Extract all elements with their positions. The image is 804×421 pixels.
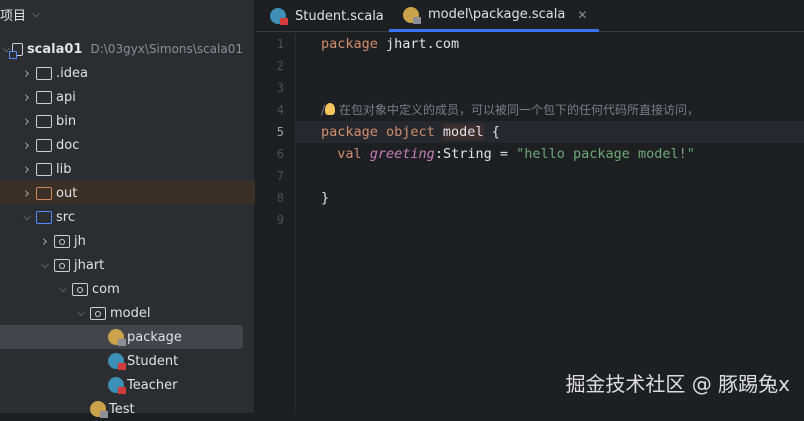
line-number: 6 bbox=[276, 147, 284, 161]
line-number: 1 bbox=[276, 37, 284, 51]
tree-item-label: Test bbox=[109, 401, 135, 417]
package-folder-icon bbox=[54, 234, 70, 248]
tab-package[interactable]: model\package.scala ✕ bbox=[389, 0, 600, 32]
chevron-down-icon[interactable]: ⌵ bbox=[20, 212, 34, 223]
tree-item-label: doc bbox=[56, 137, 80, 153]
tree-item-label: Teacher bbox=[127, 377, 178, 393]
folder-icon bbox=[36, 138, 52, 152]
folder-icon bbox=[36, 162, 52, 176]
tree-item-src[interactable]: ⌵ src bbox=[0, 205, 243, 229]
watermark: 掘金技术社区 @ 豚踢兔x bbox=[565, 372, 790, 396]
tree-item-idea[interactable]: › .idea bbox=[0, 61, 243, 85]
chevron-right-icon[interactable]: › bbox=[20, 184, 34, 202]
code-line-5[interactable]: package object model { bbox=[321, 121, 500, 143]
tree-item-out[interactable]: › out bbox=[0, 181, 255, 205]
tree-item-label: Student bbox=[127, 353, 179, 369]
line-number: 4 bbox=[276, 103, 284, 117]
folder-icon bbox=[36, 210, 52, 224]
tree-item-lib[interactable]: › lib bbox=[0, 157, 243, 181]
tree-item-com[interactable]: ⌵ com bbox=[0, 277, 243, 301]
scala-object-icon bbox=[90, 401, 108, 418]
scala-class-icon bbox=[108, 377, 126, 394]
line-number: 9 bbox=[276, 213, 284, 227]
tab-student[interactable]: Student.scala bbox=[268, 0, 384, 32]
tree-item-label: jhart bbox=[74, 257, 105, 273]
chevron-down-icon[interactable]: ⌵ bbox=[38, 260, 52, 271]
chevron-right-icon[interactable]: › bbox=[20, 112, 34, 130]
chevron-down-icon: ⌵ bbox=[32, 8, 40, 20]
module-icon bbox=[9, 42, 23, 59]
tree-item-label: model bbox=[110, 305, 151, 321]
tree-item-package[interactable]: package bbox=[0, 325, 243, 349]
code-line-4[interactable]: / 在包对象中定义的成员，可以被同一个包下的任何代码所直接访问， bbox=[321, 99, 699, 121]
scala-object-icon bbox=[403, 6, 421, 24]
folder-icon bbox=[36, 66, 52, 80]
chevron-down-icon[interactable]: ⌵ bbox=[74, 308, 88, 319]
chevron-right-icon[interactable]: › bbox=[20, 160, 34, 178]
tree-item-label: .idea bbox=[56, 65, 88, 81]
tree-item-Test[interactable]: Test bbox=[0, 397, 243, 421]
chevron-right-icon[interactable]: › bbox=[38, 232, 52, 250]
folder-icon bbox=[36, 114, 52, 128]
chevron-right-icon[interactable]: › bbox=[20, 64, 34, 82]
tree-item-label: package bbox=[127, 329, 182, 345]
folder-icon bbox=[36, 90, 52, 104]
editor-tabs: Student.scala model\package.scala ✕ bbox=[256, 0, 804, 32]
code-line-8[interactable]: } bbox=[321, 187, 329, 209]
chevron-right-icon[interactable]: › bbox=[20, 136, 34, 154]
tree-item-label: bin bbox=[56, 113, 77, 129]
tree-item-label: src bbox=[56, 209, 75, 225]
tree-item-jhart[interactable]: ⌵ jhart bbox=[0, 253, 243, 277]
line-number: 2 bbox=[276, 59, 284, 73]
code-line-1[interactable]: package jhart.com bbox=[321, 33, 459, 55]
tree-item-label: api bbox=[56, 89, 76, 105]
scala-class-icon bbox=[270, 8, 288, 25]
tree-item-model[interactable]: ⌵ model bbox=[0, 301, 243, 325]
tree-item-label: out bbox=[56, 185, 78, 201]
package-folder-icon bbox=[54, 258, 70, 272]
tree-root[interactable]: ⌵ scala01 D:\03gyx\Simons\scala01 bbox=[0, 37, 243, 61]
tree-item-label: com bbox=[92, 281, 120, 297]
tree-item-label: lib bbox=[56, 161, 72, 177]
project-sidebar: 项目 ⌵ ⌵ scala01 D:\03gyx\Simons\scala01 › .id… bbox=[0, 0, 255, 418]
line-number: 7 bbox=[276, 169, 284, 183]
line-number: 8 bbox=[276, 191, 284, 205]
tree-item-label: jh bbox=[74, 233, 86, 249]
scala-object-icon bbox=[108, 329, 126, 346]
chevron-right-icon[interactable]: › bbox=[20, 88, 34, 106]
line-gutter: 1 2 3 4 5 6 7 8 9 bbox=[256, 33, 296, 413]
tree-item-Student[interactable]: Student bbox=[0, 349, 243, 373]
tree-item-bin[interactable]: › bin bbox=[0, 109, 243, 133]
tree-item-Teacher[interactable]: Teacher bbox=[0, 373, 243, 397]
line-number: 3 bbox=[276, 81, 284, 95]
lightbulb-icon[interactable] bbox=[325, 103, 336, 115]
scala-class-icon bbox=[108, 353, 126, 370]
project-header[interactable]: 项目 ⌵ bbox=[0, 4, 40, 24]
chevron-down-icon[interactable]: ⌵ bbox=[56, 284, 70, 295]
package-folder-icon bbox=[72, 282, 88, 296]
folder-icon bbox=[36, 186, 52, 200]
tree-item-jh[interactable]: › jh bbox=[0, 229, 243, 253]
line-number: 5 bbox=[276, 125, 284, 139]
tree-item-doc[interactable]: › doc bbox=[0, 133, 243, 157]
code-line-6[interactable]: val greeting:String = "hello package mod… bbox=[321, 143, 695, 165]
close-icon[interactable]: ✕ bbox=[577, 8, 587, 22]
package-folder-icon bbox=[90, 306, 106, 320]
tree-item-api[interactable]: › api bbox=[0, 85, 243, 109]
